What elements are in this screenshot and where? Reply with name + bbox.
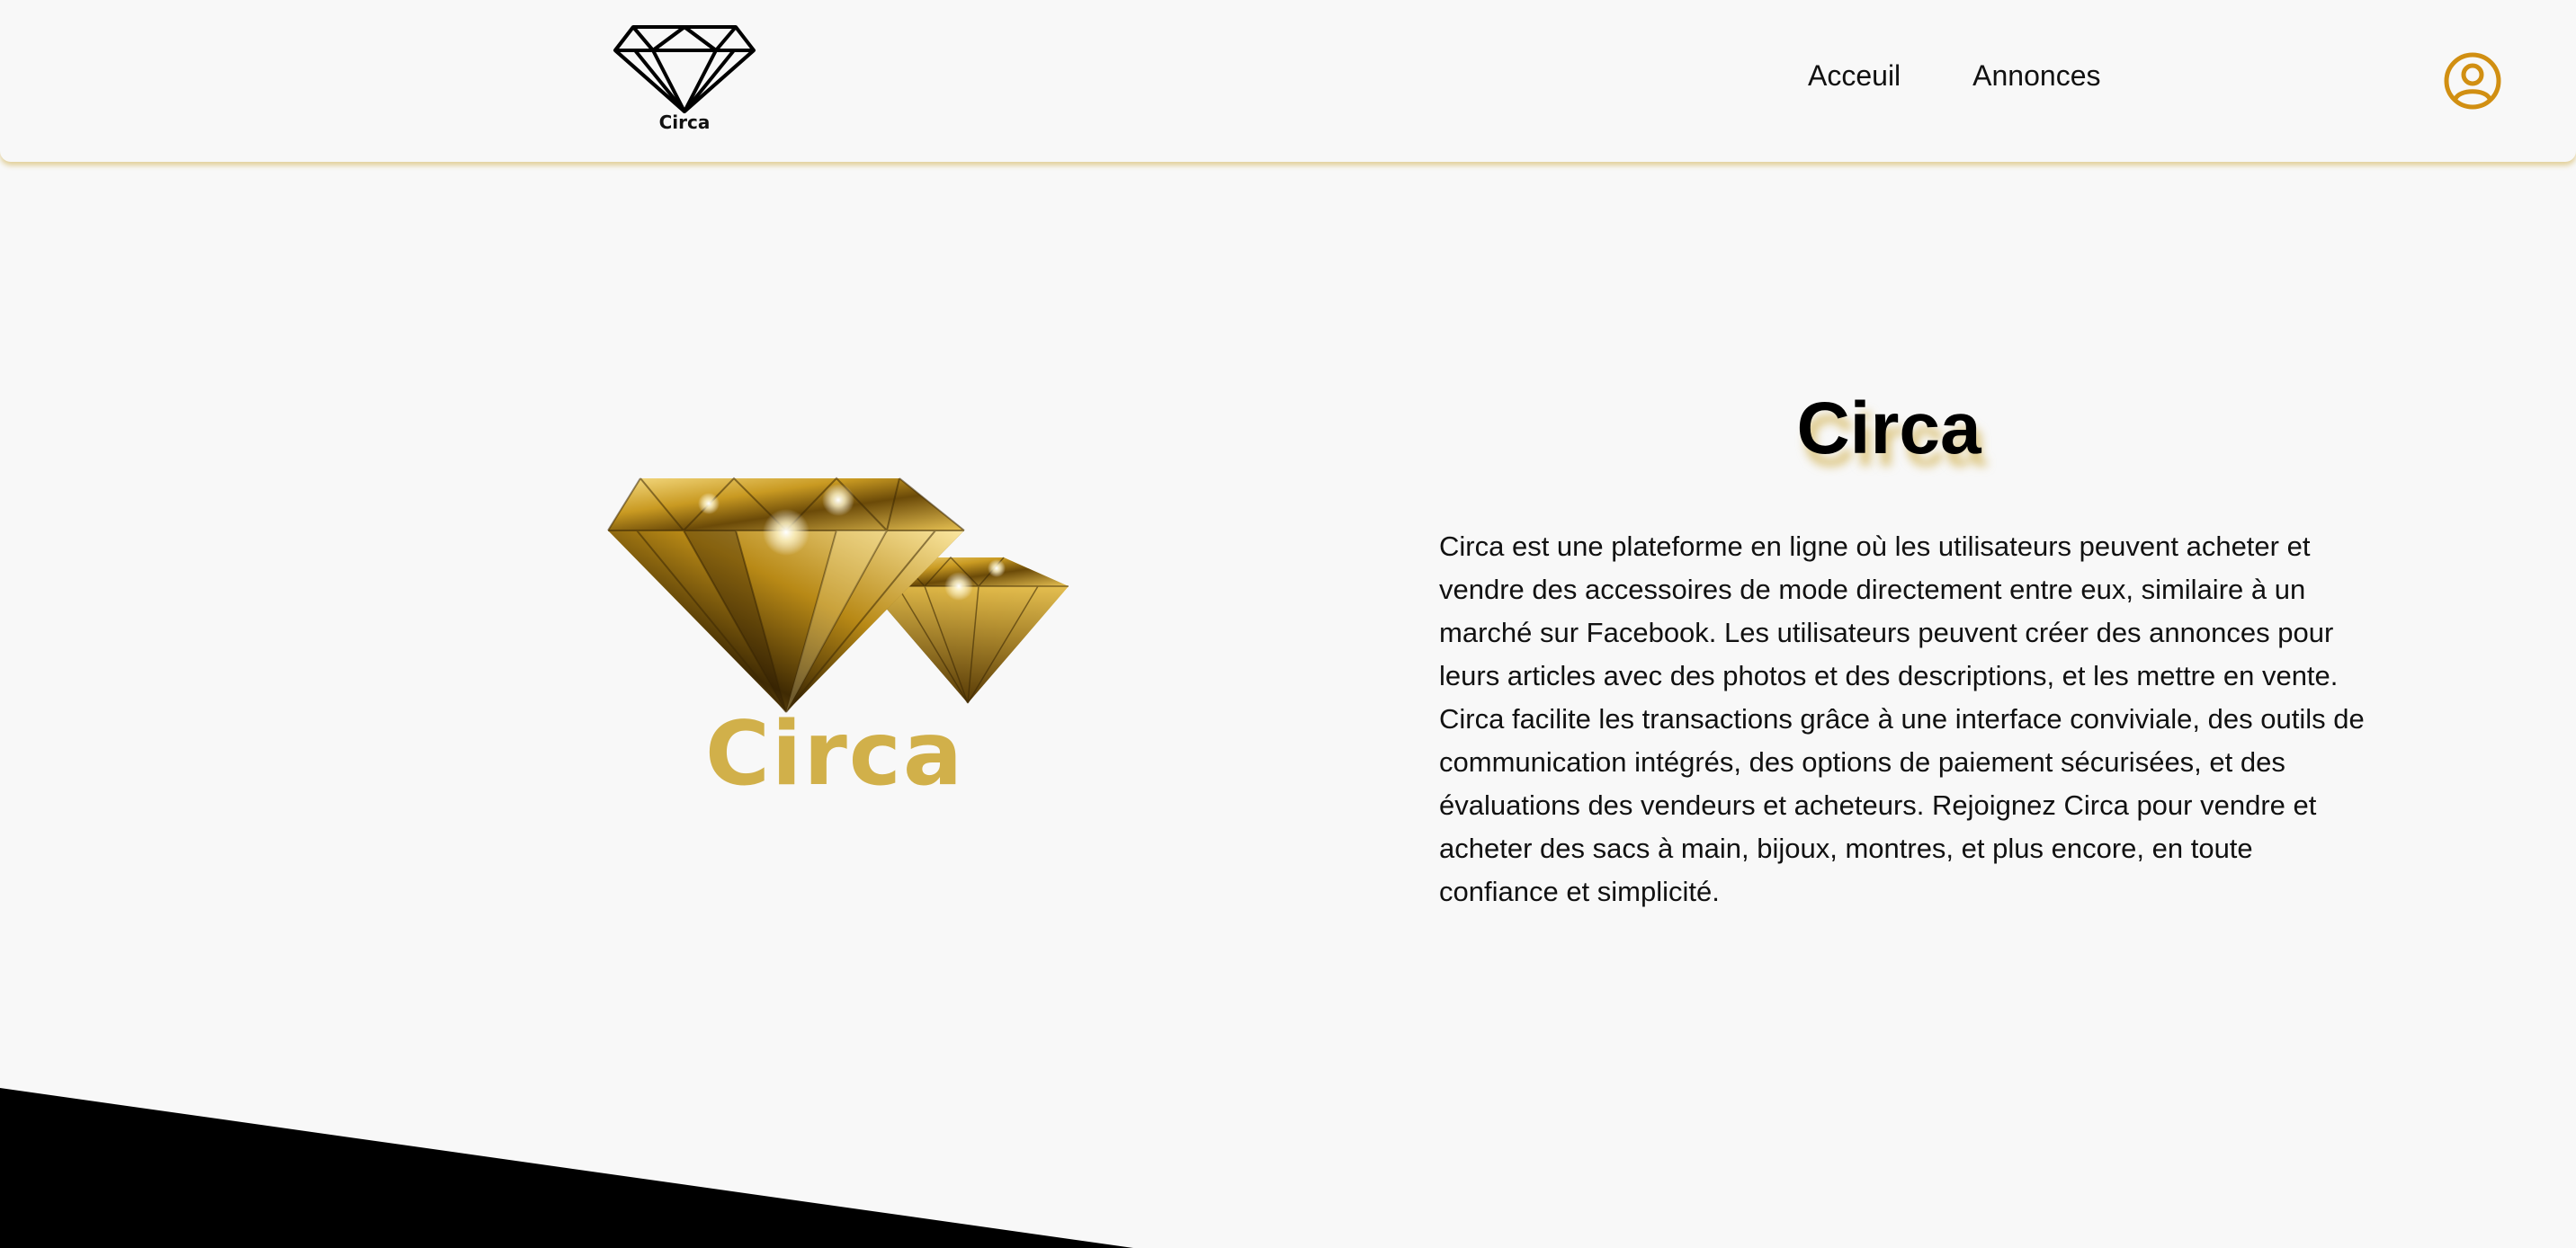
hero-logo: Circa <box>601 468 1069 809</box>
hero-title: Circa <box>1796 388 1981 469</box>
gold-diamonds-image <box>607 477 1069 713</box>
nav-link-acceuil[interactable]: Acceuil <box>1808 59 1901 93</box>
nav-link-annonces[interactable]: Annonces <box>1972 59 2100 93</box>
brand-logo-link[interactable]: Circa <box>608 23 761 138</box>
bottom-diagonal-shape <box>0 1088 1133 1248</box>
user-account-button[interactable] <box>2443 51 2502 111</box>
diamond-outline-icon <box>613 25 756 113</box>
hero-logo-text: Circa <box>704 703 965 806</box>
user-circle-icon <box>2444 52 2501 110</box>
navbar: Circa Acceuil Annonces <box>0 0 2576 162</box>
hero-description: Circa est une plateforme en ligne où les… <box>1439 530 2365 907</box>
main-nav: Acceuil Annonces <box>1808 59 2100 93</box>
brand-name: Circa <box>658 111 711 133</box>
